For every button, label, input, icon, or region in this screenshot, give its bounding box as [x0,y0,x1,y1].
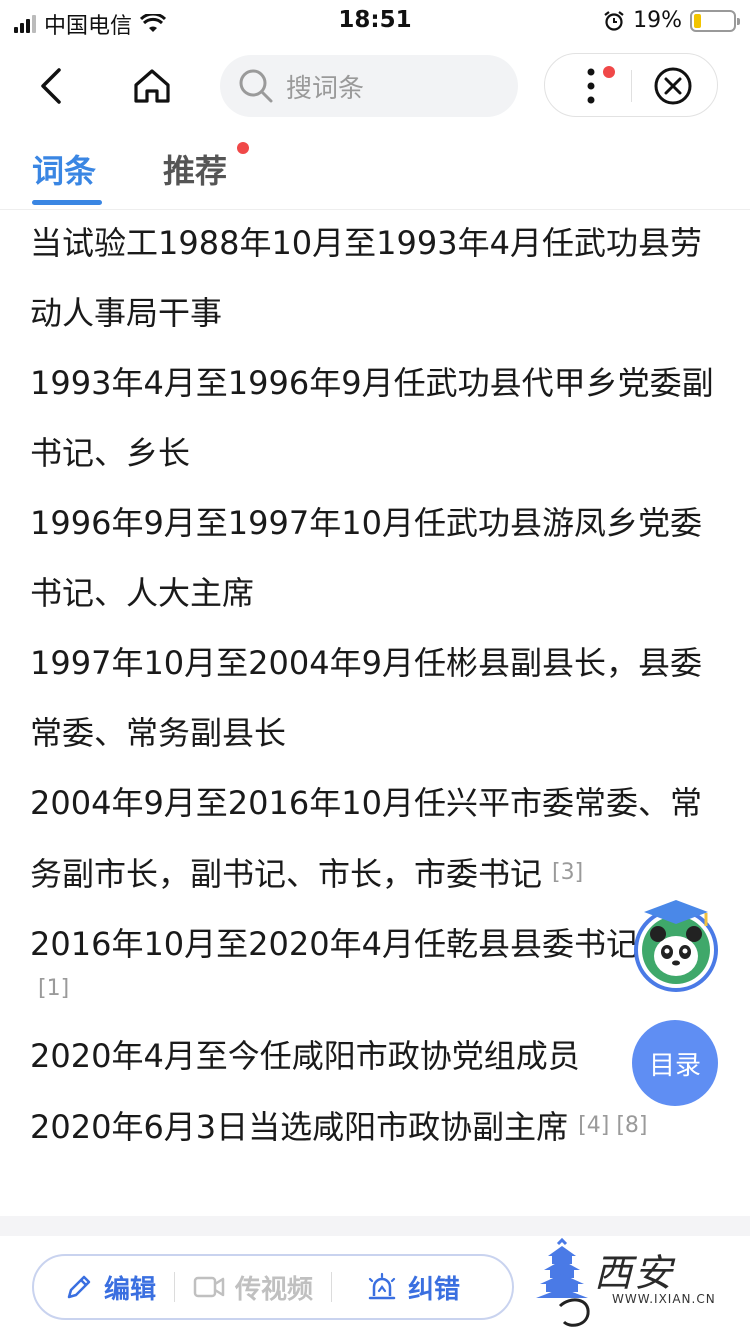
toc-label: 目录 [648,1050,701,1081]
recommend-dot [237,142,249,154]
report-error-button[interactable]: 纠错 [332,1256,478,1318]
career-entry: 2004年9月至2016年10月任兴平市委常委、常务副市长，副书记、市长，市委书… [30,768,730,909]
search-icon [239,69,273,103]
career-entry: 1993年4月至1996年9月任武功县代甲乡党委副书记、乡长 [30,348,730,488]
top-nav: 搜词条 [0,50,750,122]
battery-percent: 19% [633,8,682,33]
back-button[interactable] [26,60,78,112]
edit-button[interactable]: 编辑 [34,1256,174,1318]
action-pill: 编辑 传视频 纠错 [32,1254,514,1320]
entry-text: 2016年10月至2020年4月任乾县县委书记 [30,925,638,963]
reference-link[interactable]: [3] [552,860,583,885]
reference-link[interactable]: [4] [8] [578,1113,647,1138]
bottom-separator [0,1216,750,1236]
entry-text: 2020年4月至今任咸阳市政协党组成员 [30,1037,580,1075]
career-entry: 2020年6月3日当选咸阳市政协副主席 [4] [8] [30,1091,730,1162]
more-dots-icon [587,68,595,104]
fix-label: 纠错 [408,1274,461,1305]
career-entry: 2020年4月至今任咸阳市政协党组成员 [30,1021,730,1091]
entry-text: 当试验工1988年10月至1993年4月任武功县劳动人事局干事 [30,224,702,332]
search-placeholder: 搜词条 [286,73,365,104]
bottom-action-bar: 编辑 传视频 纠错 西安 WWW.IXIAN.CN [0,1236,750,1334]
miniapp-capsule [544,53,718,117]
entry-text: 1996年9月至1997年10月任武功县游凤乡党委书记、人大主席 [30,504,702,612]
close-button[interactable] [649,62,697,110]
alarm-light-icon [368,1272,396,1300]
panda-assistant-button[interactable] [632,898,720,994]
career-entry: 1996年9月至1997年10月任武功县游凤乡党委书记、人大主席 [30,488,730,628]
home-icon [134,69,170,103]
pagoda-logo-icon [536,1237,590,1327]
entry-text: 2020年6月3日当选咸阳市政协副主席 [30,1108,569,1146]
watermark-text: 西安 [594,1251,675,1295]
article-content: 当试验工1988年10月至1993年4月任武功县劳动人事局干事 1993年4月至… [30,208,730,1162]
career-entry: 2016年10月至2020年4月任乾县县委书记 [30,909,730,979]
active-tab-indicator [32,200,102,205]
watermark-logo: 西安 WWW.IXIAN.CN [530,1236,750,1334]
entry-text: 2004年9月至2016年10月任兴平市委常委、常务副市长，副书记、市长，市委书… [30,784,702,893]
career-entry: 当试验工1988年10月至1993年4月任武功县劳动人事局干事 [30,208,730,348]
search-input[interactable]: 搜词条 [220,55,518,117]
status-right: 19% [603,8,740,33]
notification-dot [603,66,615,78]
home-button[interactable] [126,60,178,112]
entry-text: 1993年4月至1996年9月任武功县代甲乡党委副书记、乡长 [30,364,714,472]
tab-entry[interactable]: 词条 [32,146,96,192]
tab-bar: 词条 推荐 [0,138,750,210]
battery-icon [690,9,740,32]
back-arrow-icon [41,68,61,104]
alarm-icon [604,10,624,31]
video-label: 传视频 [235,1274,314,1305]
career-entry: 1997年10月至2004年9月任彬县副县长，县委常委、常务副县长 [30,628,730,768]
watermark-url: WWW.IXIAN.CN [612,1292,716,1306]
pencil-icon [67,1275,91,1299]
tab-recommend[interactable]: 推荐 [163,146,227,192]
capsule-divider [631,70,632,102]
more-button[interactable] [567,62,615,110]
upload-video-button[interactable]: 传视频 [175,1256,331,1318]
status-bar: 中国电信 18:51 19% [0,0,750,42]
video-camera-icon [193,1276,225,1298]
close-icon [654,67,692,105]
entry-text: 1997年10月至2004年9月任彬县副县长，县委常委、常务副县长 [30,644,702,752]
panda-mascot-icon [634,900,718,992]
toc-button[interactable]: 目录 [632,1020,718,1106]
edit-label: 编辑 [104,1274,157,1305]
